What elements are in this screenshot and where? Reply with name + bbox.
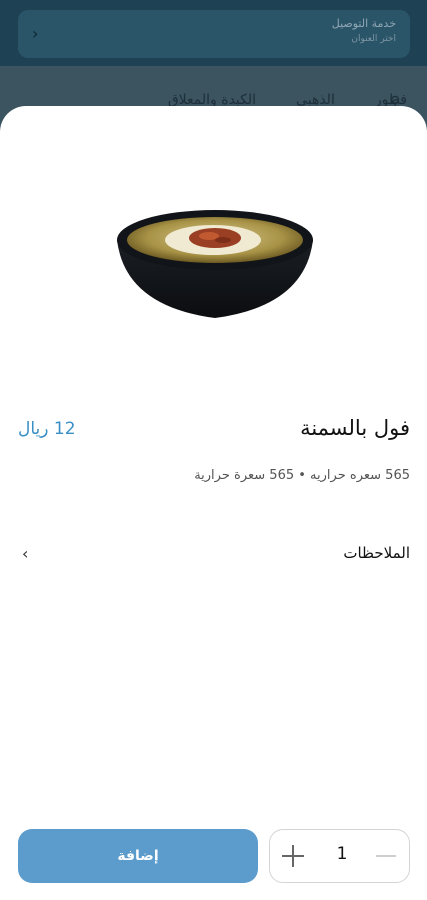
item-image	[113, 206, 317, 324]
ful-bowl-image	[117, 210, 313, 318]
item-name: فول بالسمنة	[300, 416, 410, 440]
notes-row[interactable]: الملاحظات ‹	[18, 544, 410, 568]
item-price: 12 ريال	[18, 419, 76, 439]
plus-icon[interactable]	[282, 844, 306, 868]
delivery-subtitle: اختر العنوان	[351, 34, 396, 44]
minus-icon[interactable]	[376, 844, 398, 868]
chevron-left-icon: ‹	[32, 24, 39, 43]
item-title-row: فول بالسمنة 12 ريال	[18, 416, 410, 446]
chevron-left-icon: ‹	[22, 544, 29, 563]
item-calories: 565 سعره حراريه • 565 سعرة حرارية	[194, 468, 410, 483]
add-to-cart-button[interactable]: إضافة	[18, 829, 258, 883]
quantity-value: 1	[336, 844, 348, 864]
delivery-selector[interactable]: خدمة التوصيل اختر العنوان ‹	[18, 10, 410, 58]
notes-label: الملاحظات	[343, 544, 410, 562]
app-header: خدمة التوصيل اختر العنوان ‹	[0, 0, 427, 66]
delivery-title: خدمة التوصيل	[331, 17, 396, 30]
item-bottom-sheet: فول بالسمنة 12 ريال 565 سعره حراريه • 56…	[0, 106, 427, 900]
quantity-stepper: 1	[269, 829, 410, 883]
